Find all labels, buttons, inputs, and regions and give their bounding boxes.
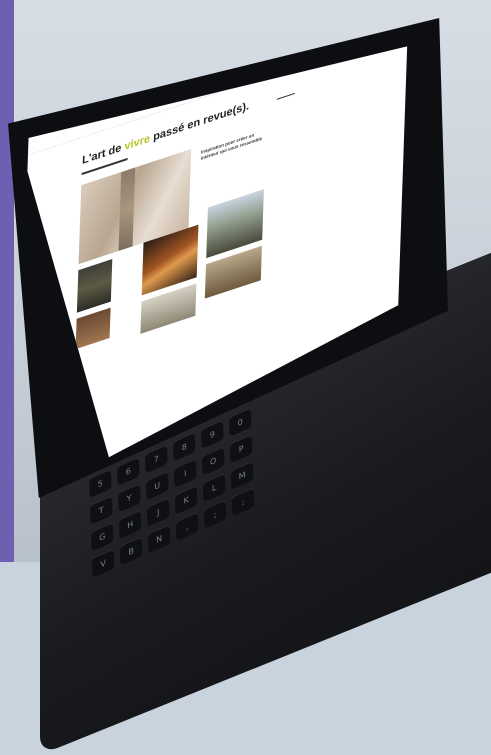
key[interactable]: V [91, 548, 115, 578]
key[interactable]: M [230, 460, 254, 490]
key[interactable]: L [202, 472, 226, 503]
key[interactable]: P [229, 433, 253, 464]
key[interactable]: H [118, 509, 142, 540]
headline-accent: vivre [124, 132, 151, 154]
key[interactable]: I [173, 458, 197, 488]
key[interactable]: O [201, 446, 225, 476]
key[interactable]: : [231, 487, 255, 517]
key[interactable]: , [175, 511, 199, 542]
key[interactable]: K [174, 485, 198, 515]
key[interactable]: ; [203, 499, 227, 529]
key[interactable]: T [89, 495, 113, 525]
key[interactable]: J [146, 497, 170, 527]
featured-article-title[interactable]: Inspiration pour créer un intérieur qui … [201, 127, 271, 162]
key[interactable]: G [90, 522, 114, 552]
side-panel [0, 0, 14, 562]
key[interactable]: Y [117, 483, 141, 513]
key[interactable]: B [119, 536, 143, 566]
key[interactable]: U [145, 470, 169, 501]
headline-rule [276, 92, 295, 100]
gallery-photo[interactable] [76, 259, 113, 313]
headline-text: L'art de [81, 140, 125, 167]
key[interactable]: N [147, 524, 171, 554]
gallery-photo[interactable] [75, 307, 111, 350]
